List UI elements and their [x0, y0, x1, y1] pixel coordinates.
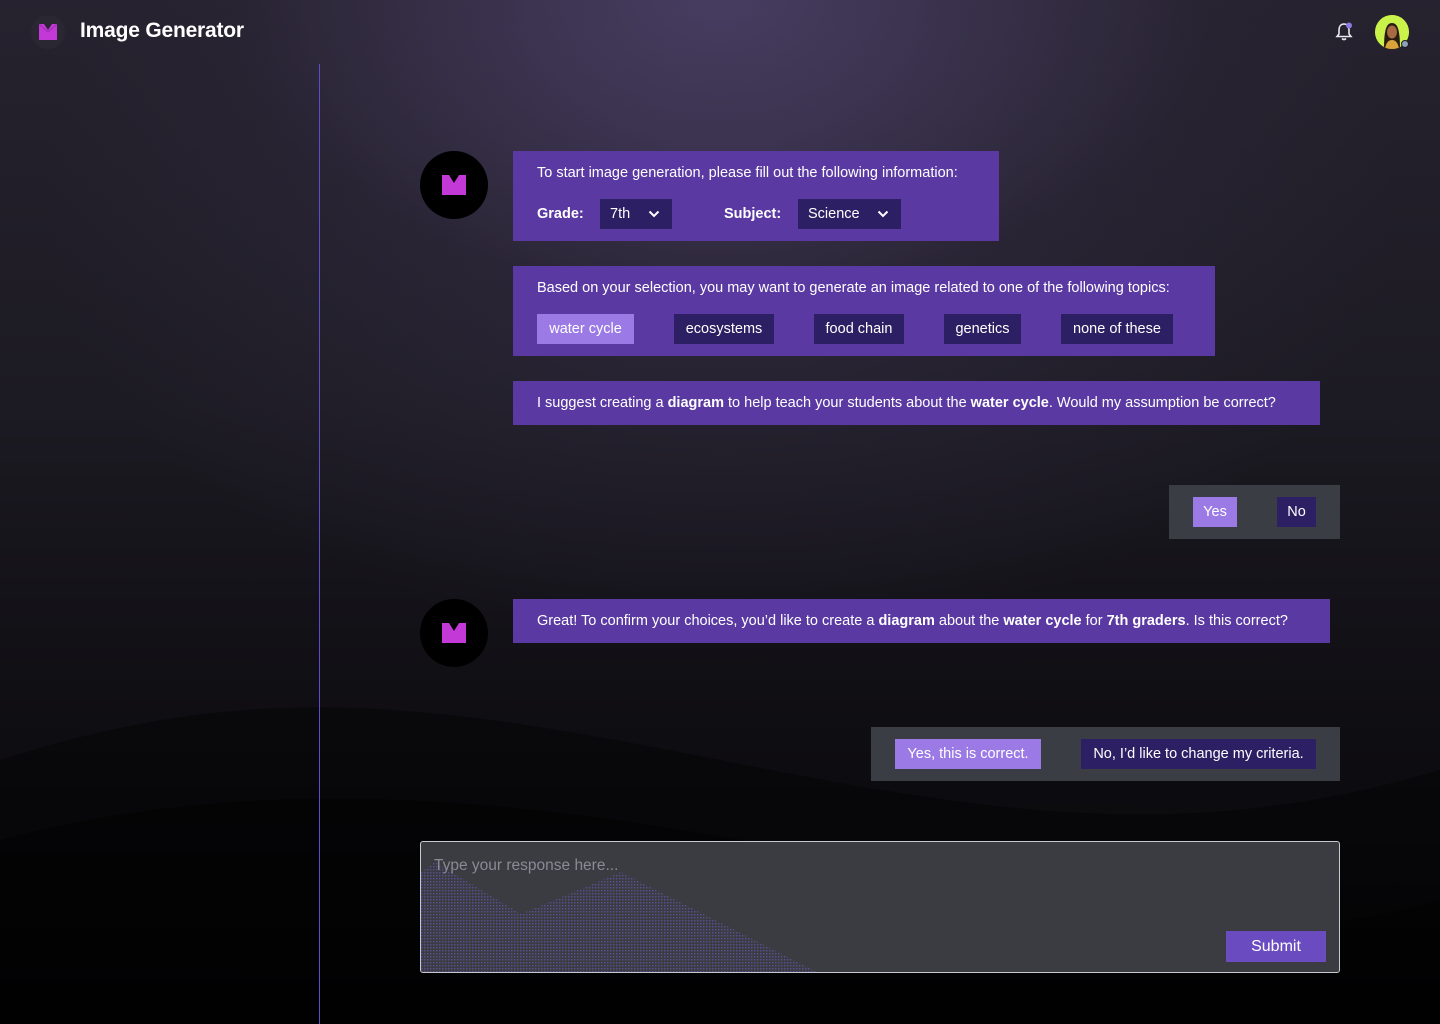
sidebar-divider — [319, 64, 320, 1024]
reply-options-confirm: Yes, this is correct. No, I’d like to ch… — [871, 727, 1340, 781]
app-title: Image Generator — [80, 19, 244, 42]
bot-message-criteria: To start image generation, please fill o… — [513, 151, 999, 241]
bot-message-confirm: Great! To confirm your choices, you’d li… — [513, 599, 1330, 643]
topic-chip-food-chain[interactable]: food chain — [814, 314, 904, 344]
chevron-down-icon — [877, 210, 889, 218]
topic-chip-none[interactable]: none of these — [1061, 314, 1173, 344]
m-logo-icon — [442, 175, 466, 195]
chevron-down-icon — [648, 210, 660, 218]
response-input[interactable] — [421, 842, 1339, 972]
subject-select[interactable]: Science — [798, 199, 901, 229]
yes-button[interactable]: Yes — [1193, 497, 1237, 527]
topic-chip-genetics[interactable]: genetics — [944, 314, 1021, 344]
bot-message-suggestion: I suggest creating a diagram to help tea… — [513, 381, 1320, 425]
submit-button[interactable]: Submit — [1226, 931, 1326, 962]
response-composer — [420, 841, 1340, 973]
bell-icon[interactable] — [1332, 20, 1356, 44]
grade-select-value: 7th — [610, 206, 631, 222]
topic-chip-ecosystems[interactable]: ecosystems — [674, 314, 774, 344]
no-button[interactable]: No — [1277, 497, 1316, 527]
confirm-yes-button[interactable]: Yes, this is correct. — [895, 739, 1041, 769]
topic-chip-water-cycle[interactable]: water cycle — [537, 314, 634, 344]
avatar-status-dot — [1401, 40, 1409, 48]
m-logo-icon — [442, 623, 466, 643]
reply-options-yes-no: Yes No — [1169, 485, 1340, 539]
subject-select-value: Science — [808, 206, 860, 222]
confirm-text: Great! To confirm your choices, you’d li… — [537, 613, 1288, 629]
topics-prompt: Based on your selection, you may want to… — [537, 280, 1170, 296]
top-bar: Image Generator — [0, 0, 1440, 64]
grade-select[interactable]: 7th — [600, 199, 672, 229]
subject-label: Subject: — [724, 206, 782, 222]
change-criteria-button[interactable]: No, I’d like to change my criteria. — [1081, 739, 1316, 769]
bot-message-topics: Based on your selection, you may want to… — [513, 266, 1215, 356]
grade-label: Grade: — [537, 206, 584, 222]
criteria-prompt: To start image generation, please fill o… — [537, 165, 958, 181]
bot-avatar — [420, 151, 488, 219]
bot-avatar — [420, 599, 488, 667]
m-logo-icon — [31, 15, 65, 49]
suggestion-text: I suggest creating a diagram to help tea… — [537, 395, 1276, 411]
